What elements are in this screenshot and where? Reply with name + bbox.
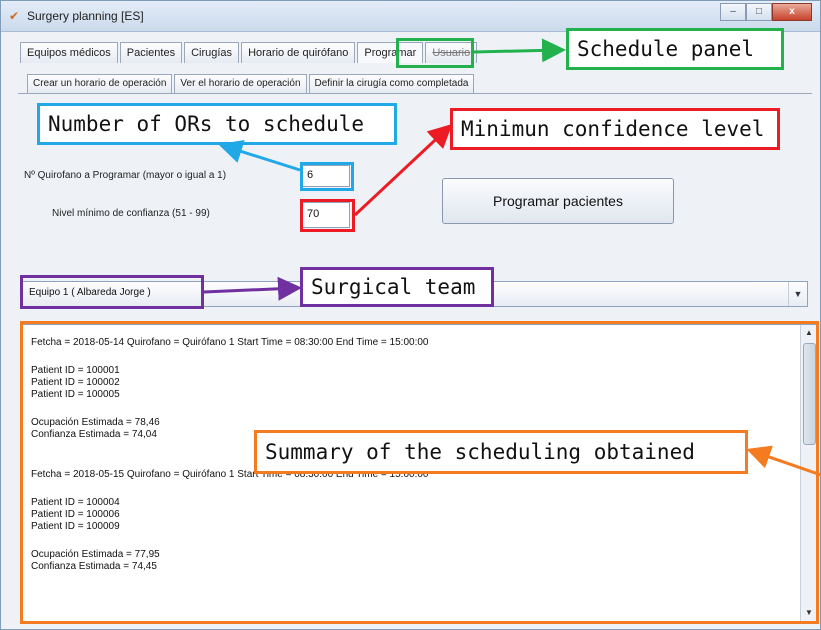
chevron-down-icon[interactable]: ▼ <box>788 282 807 306</box>
subtab-crear-horario[interactable]: Crear un horario de operación <box>27 74 173 93</box>
annotation-min-confidence: Minimun confidence level <box>450 108 780 150</box>
app-icon: ✔ <box>9 9 20 23</box>
subtab-definir-completada[interactable]: Definir la cirugía como completada <box>308 74 475 93</box>
maximize-button[interactable]: □ <box>746 3 772 21</box>
confidence-label: Nivel mínimo de confianza (51 - 99) <box>52 208 210 219</box>
subtab-ver-horario[interactable]: Ver el horario de operación <box>174 74 307 93</box>
window-title: Surgery planning [ES] <box>27 9 144 23</box>
confidence-highlight <box>300 199 355 232</box>
programar-tab-highlight <box>396 38 474 68</box>
annotation-surgical-team: Surgical team <box>300 267 494 307</box>
tab-horario-quirofano[interactable]: Horario de quirófano <box>241 42 356 63</box>
sub-tab-bar: Crear un horario de operación Ver el hor… <box>27 74 476 94</box>
schedule-patients-button[interactable]: Programar pacientes <box>442 178 674 224</box>
annotation-schedule-panel: Schedule panel <box>566 28 784 70</box>
window-controls: – □ x <box>720 3 812 21</box>
num-or-highlight <box>300 162 354 191</box>
tab-equipos-medicos[interactable]: Equipos médicos <box>20 42 118 63</box>
tab-pacientes[interactable]: Pacientes <box>119 42 183 63</box>
num-or-label: Nº Quirofano a Programar (mayor o igual … <box>24 170 227 181</box>
surgical-team-highlight <box>20 275 204 309</box>
annotation-summary: Summary of the scheduling obtained <box>254 430 748 474</box>
tab-cirugias[interactable]: Cirugías <box>184 42 240 63</box>
annotation-num-ors: Number of ORs to schedule <box>37 103 397 145</box>
minimize-button[interactable]: – <box>720 3 746 21</box>
close-button[interactable]: x <box>772 3 812 21</box>
